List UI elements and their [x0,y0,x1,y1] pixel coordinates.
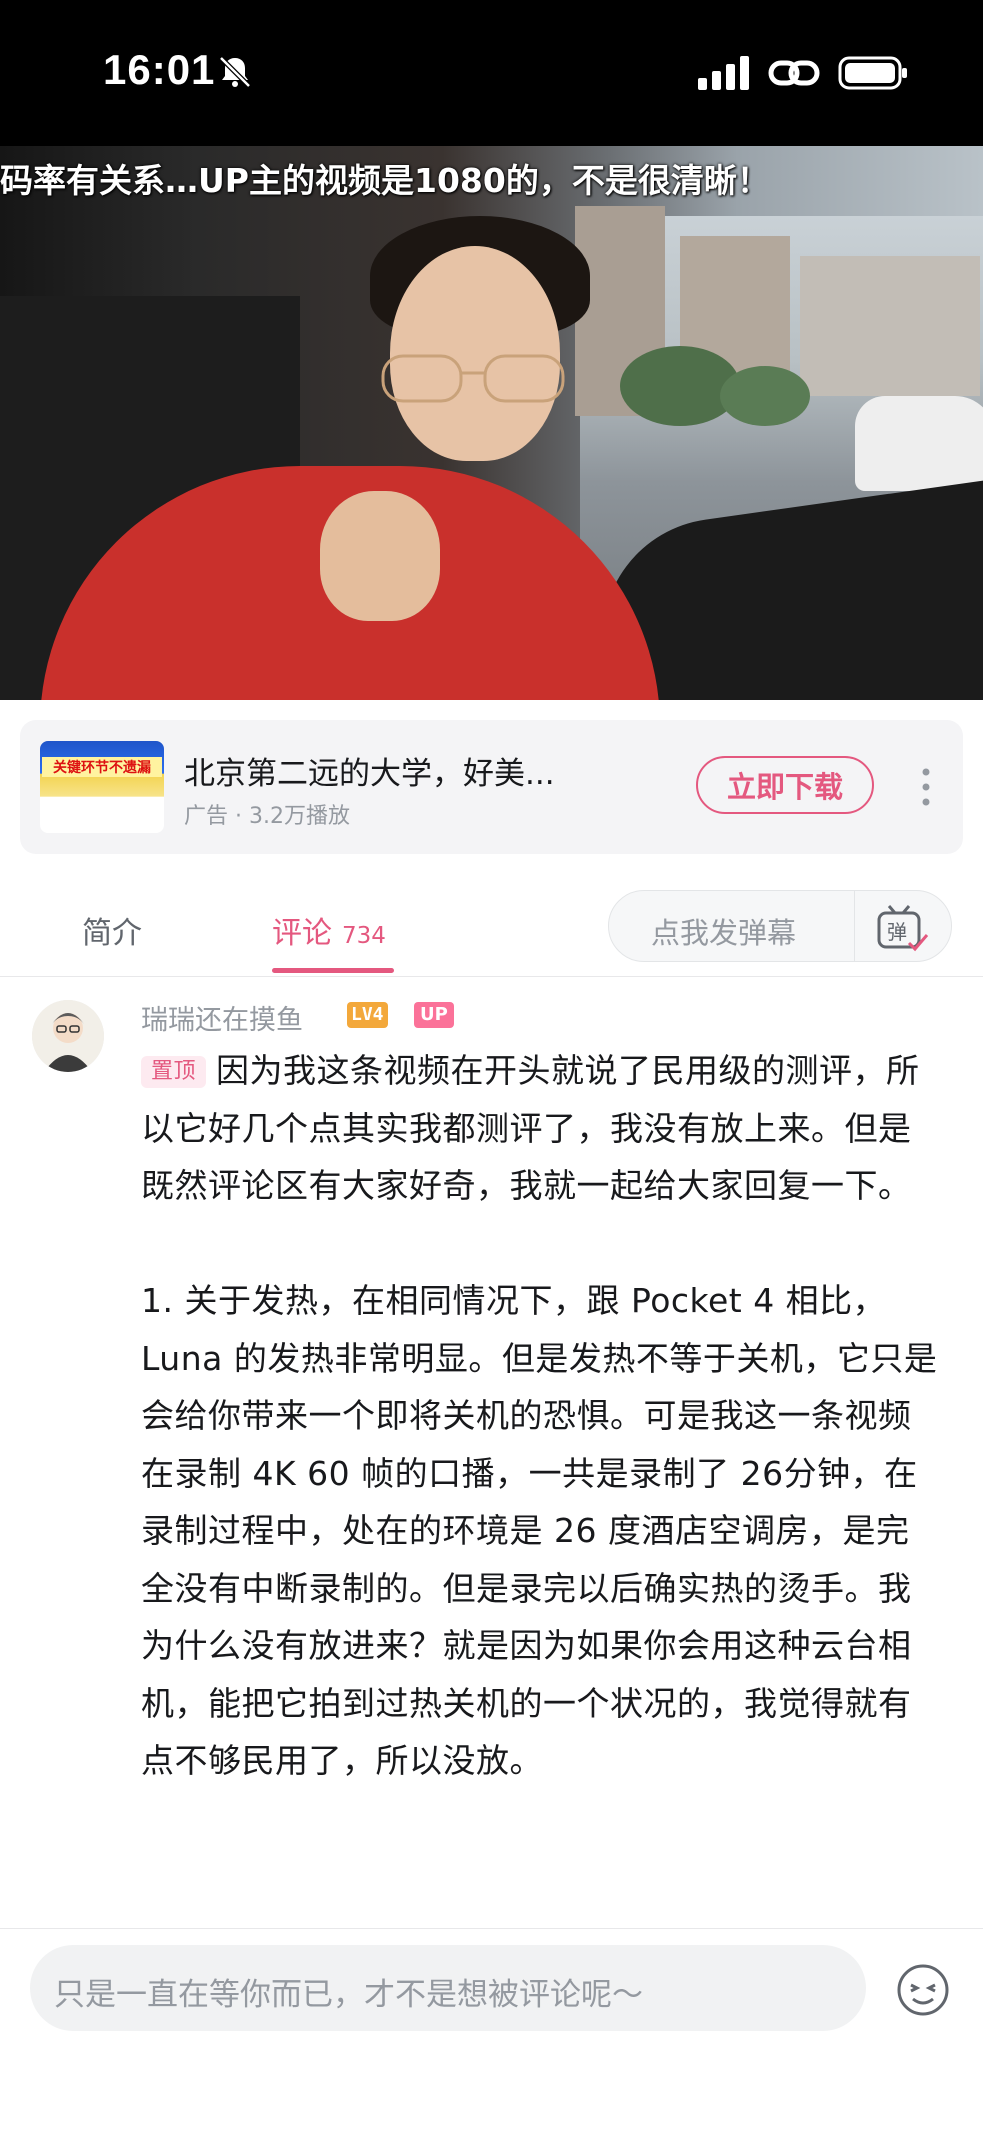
video-player[interactable]: 码率有关系…UP主的视频是1080的，不是很清晰！ [0,146,983,700]
danmaku-placeholder: 点我发弹幕 [651,916,797,950]
danmaku-input[interactable]: 点我发弹幕 弹 [608,890,952,962]
video-tree [720,366,810,426]
danmaku-divider [854,891,855,961]
download-button[interactable]: 立即下载 [696,756,874,814]
emoji-icon[interactable] [896,1963,950,2017]
video-person-hand [320,491,440,621]
glasses-icon [381,354,565,403]
level-badge: LV4 [347,1002,388,1028]
tab-comments-count: 734 [342,923,386,949]
avatar-illustration-icon [32,1000,104,1072]
avatar[interactable] [32,1000,104,1072]
ad-title[interactable]: 北京第二远的大学，好美... [184,748,555,793]
bell-slash-icon [219,56,251,88]
ad-card[interactable]: 关键环节不遗漏 北京第二远的大学，好美... 广告 · 3.2万播放 立即下载 [20,720,963,854]
tab-comments[interactable]: 评论 734 [272,908,386,952]
comment-paragraph: 因为我这条视频在开头就说了民用级的测评，所以它好几个点其实我都测评了，我没有放上… [141,1051,920,1205]
tab-intro[interactable]: 简介 [82,908,142,952]
battery-icon [838,56,907,90]
signal-icon [698,56,749,90]
video-building [800,256,980,396]
tab-comments-label: 评论 [272,916,332,951]
danmaku-icon[interactable]: 弹 [875,903,929,953]
comment-input-bar: 只是一直在等你而已，才不是想被评论呢～ [0,1928,983,2133]
pinned-badge: 置顶 [141,1056,207,1088]
more-vertical-icon[interactable] [916,764,936,810]
ad-thumbnail[interactable]: 关键环节不遗漏 [40,741,164,833]
ad-meta: 广告 · 3.2万播放 [184,804,350,829]
comment-username[interactable]: 瑞瑞还在摸鱼 [141,998,303,1037]
comment-body: 置顶 因为我这条视频在开头就说了民用级的测评，所以它好几个点其实我都测评了，我没有… [141,1042,941,1790]
tab-active-indicator [272,968,394,973]
video-subtitle: 码率有关系…UP主的视频是1080的，不是很清晰！ [0,161,770,200]
status-bar: 16:01 [0,0,983,146]
ad-thumbnail-text: 关键环节不遗漏 [42,757,162,777]
tab-bar: 简介 评论 734 点我发弹幕 弹 [0,876,983,977]
up-badge: UP [414,1002,454,1028]
video-car [855,396,983,491]
comment-paragraph: 1. 关于发热，在相同情况下，跟 Pocket 4 相比，Luna 的发热非常明… [141,1281,938,1780]
status-time: 16:01 [103,46,216,93]
svg-text:弹: 弹 [887,920,907,944]
comment-input[interactable]: 只是一直在等你而已，才不是想被评论呢～ [30,1945,866,2031]
comment-input-placeholder: 只是一直在等你而已，才不是想被评论呢～ [54,1977,643,2013]
link-icon [768,60,820,86]
